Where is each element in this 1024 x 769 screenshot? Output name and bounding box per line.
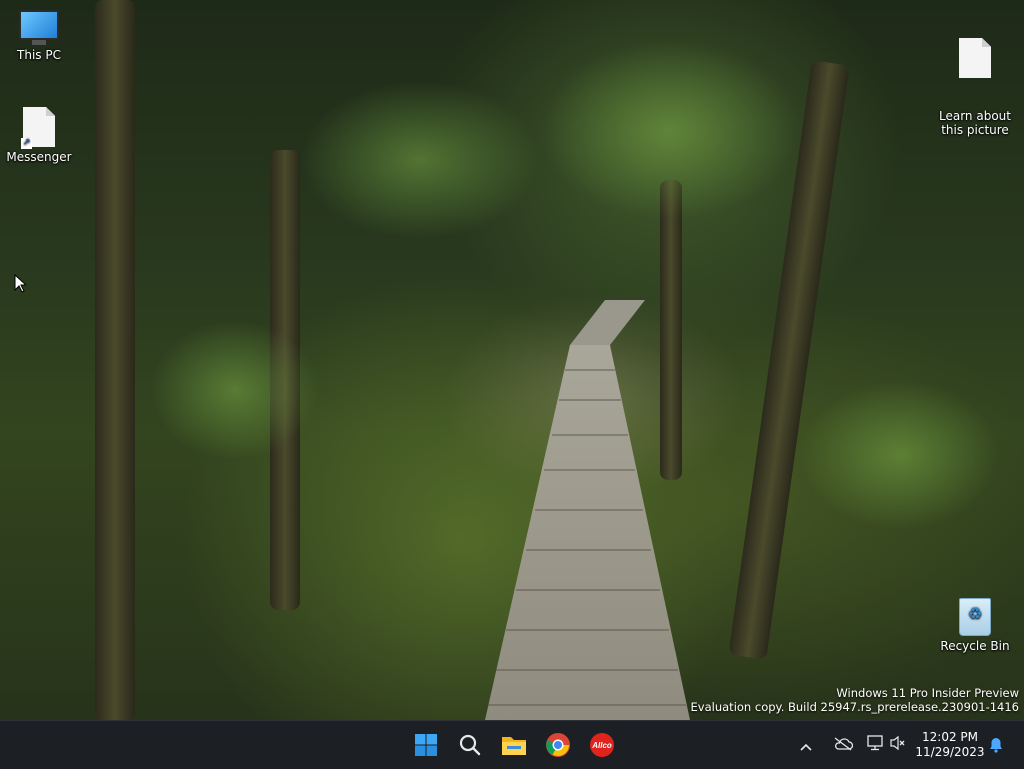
taskbar-clock[interactable]: 12:02 PM 11/29/2023 [915, 730, 985, 760]
volume-button[interactable] [888, 735, 908, 755]
watermark-line: Evaluation copy. Build 25947.rs_prerelea… [690, 700, 1019, 714]
chevron-up-icon [800, 743, 812, 751]
desktop-icon-label: Recycle Bin [940, 639, 1010, 653]
watermark-line: Windows 11 Pro Insider Preview [836, 686, 1019, 700]
file-explorer-button[interactable] [498, 729, 530, 761]
monitor-icon [3, 10, 75, 45]
desktop-icon-learn-about-picture[interactable]: Learn about this picture [939, 10, 1011, 137]
clock-date: 11/29/2023 [915, 745, 985, 759]
build-watermark: Windows 11 Pro Insider Preview Evaluatio… [691, 686, 1019, 714]
desktop-wallpaper: This PC ↗ Messenger Learn about this pic… [0, 0, 1024, 720]
chrome-icon [546, 733, 570, 757]
fern-foliage [150, 320, 320, 460]
cloud-offline-icon [834, 736, 854, 751]
fern-foliage [800, 380, 1000, 530]
show-hidden-icons-button[interactable] [796, 736, 816, 755]
taskbar-pinned-apps: Allco [410, 729, 618, 761]
search-button[interactable] [454, 729, 486, 761]
fern-foliage [540, 40, 800, 220]
search-icon [459, 734, 481, 756]
fern-foliage [300, 80, 540, 240]
notifications-button[interactable] [986, 721, 1006, 769]
network-disconnected-icon [867, 735, 883, 751]
clock-time: 12:02 PM [922, 730, 978, 744]
desktop-icon-label: Learn about this picture [939, 109, 1011, 137]
windows-logo-icon [415, 734, 437, 756]
desktop-icon-messenger[interactable]: ↗ Messenger [3, 107, 75, 164]
tree-trunk [95, 0, 135, 720]
desktop-icon-recycle-bin[interactable]: ♻ Recycle Bin [939, 598, 1011, 653]
taskbar: Allco 12:02 PM 11/29/2023 [0, 720, 1024, 769]
boardwalk-path [485, 300, 690, 720]
mouse-cursor-icon [14, 274, 26, 293]
network-button[interactable] [862, 735, 888, 755]
allco-app-text: Allco [591, 741, 612, 750]
allco-app-button[interactable]: Allco [586, 729, 618, 761]
folder-icon [502, 737, 526, 755]
desktop-icon-label: Messenger [6, 150, 72, 164]
document-icon [959, 24, 991, 92]
speaker-muted-icon [890, 735, 905, 751]
document-shortcut-icon: ↗ [21, 107, 55, 149]
onedrive-button[interactable] [828, 736, 858, 755]
bell-icon [990, 738, 1002, 753]
recycle-bin-icon: ♻ [939, 598, 1011, 636]
allco-app-icon: Allco [590, 733, 614, 757]
shortcut-arrow-icon: ↗ [21, 138, 32, 149]
desktop-icon-this-pc[interactable]: This PC [3, 10, 75, 62]
start-button[interactable] [410, 729, 442, 761]
desktop-icon-label: This PC [17, 48, 61, 62]
system-tray [796, 721, 908, 769]
chrome-button[interactable] [542, 729, 574, 761]
